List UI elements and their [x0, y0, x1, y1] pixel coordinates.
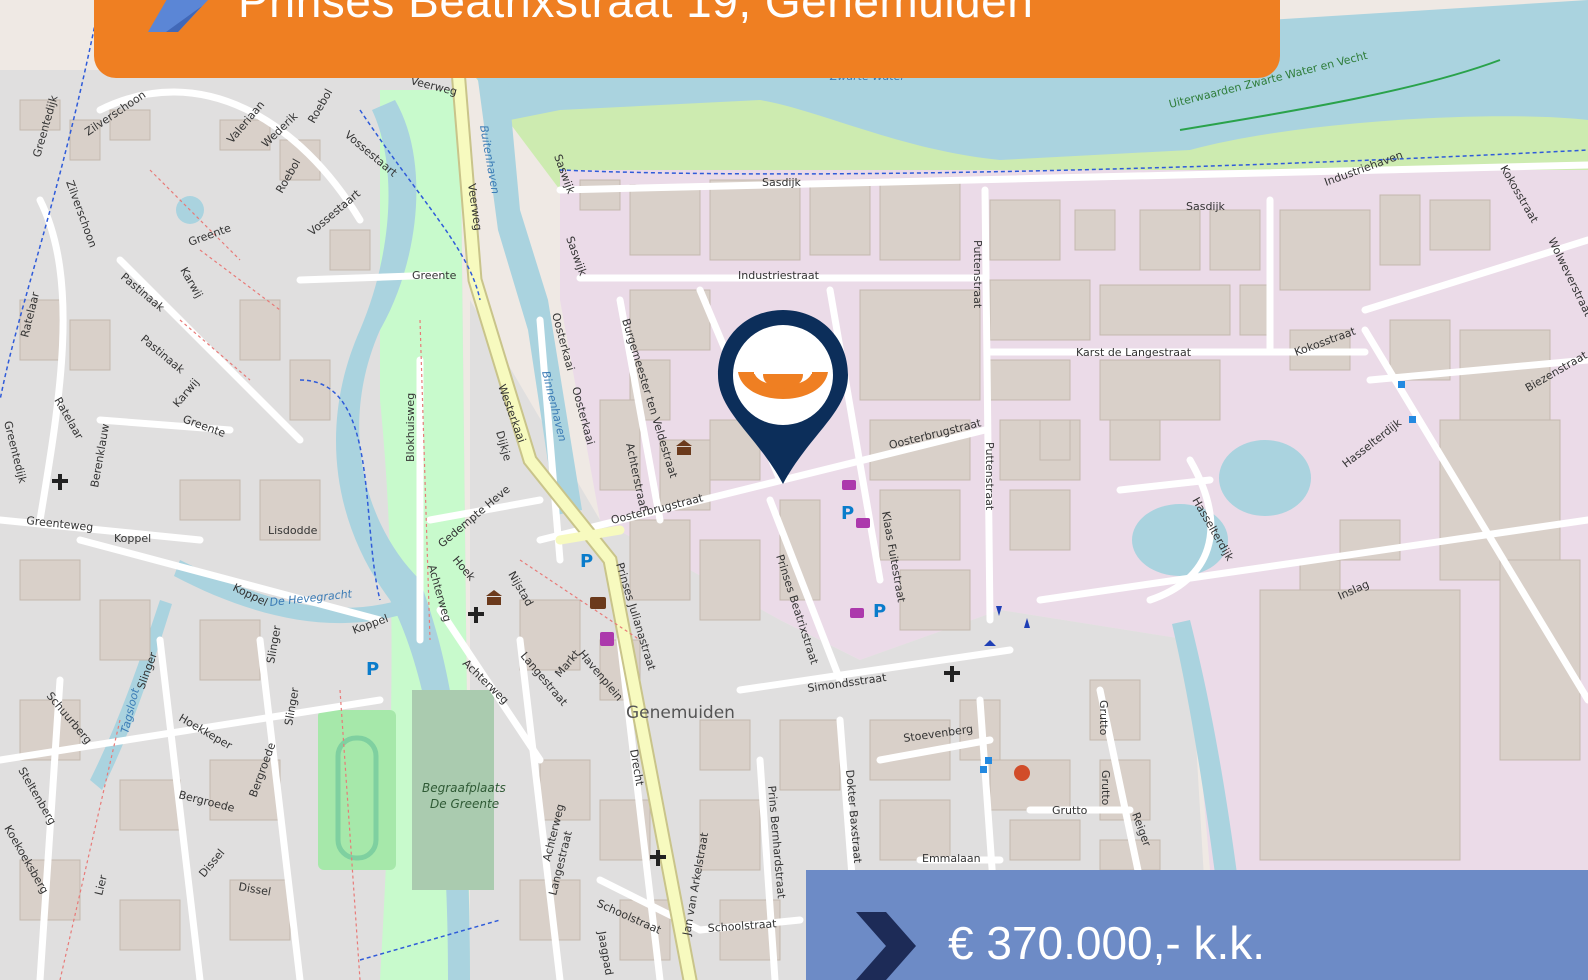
svg-text:P: P	[366, 659, 379, 680]
label-begraafplaats: Begraafplaats	[422, 781, 506, 795]
label-de-greente: De Greente	[430, 797, 499, 811]
svg-text:P: P	[580, 551, 593, 572]
chevron-right-icon	[856, 912, 916, 980]
label-emmalaan: Emmalaan	[922, 852, 981, 865]
label-genemuiden: Genemuiden	[626, 703, 735, 723]
price-label: € 370.000,- k.k.	[948, 917, 1266, 969]
fire-station-icon	[1014, 765, 1030, 781]
label-karst: Karst de Langestraat	[1076, 346, 1192, 359]
chevron-right-icon	[148, 0, 208, 32]
label-sasdijk-east: Sasdijk	[1186, 200, 1226, 213]
svg-text:P: P	[873, 601, 886, 622]
label-sasdijk: Sasdijk	[762, 176, 802, 189]
street-map[interactable]: PPPP Sasdijk Sasdijk Industriehaven Koko…	[0, 0, 1588, 980]
sports-field	[318, 710, 396, 870]
label-grutto-3: Grutto	[1099, 770, 1112, 806]
label-puttenstraat-south: Puttenstraat	[983, 442, 996, 511]
address-title: Prinses Beatrixstraat 19, Genemuiden	[238, 0, 1034, 27]
label-industriestraat: Industriestraat	[738, 269, 820, 282]
label-grutto: Grutto	[1052, 804, 1088, 817]
pond-north	[1219, 440, 1311, 516]
label-grutto-2: Grutto	[1097, 700, 1110, 736]
svg-text:P: P	[841, 503, 854, 524]
location-pin-icon[interactable]	[716, 308, 850, 488]
label-koppel: Koppel	[114, 532, 151, 545]
label-blokhuisweg: Blokhuisweg	[404, 393, 417, 462]
library-icon	[590, 597, 606, 609]
label-lisdodde: Lisdodde	[268, 524, 318, 537]
label-greente: Greente	[412, 269, 457, 282]
label-puttenstraat: Puttenstraat	[971, 240, 984, 309]
